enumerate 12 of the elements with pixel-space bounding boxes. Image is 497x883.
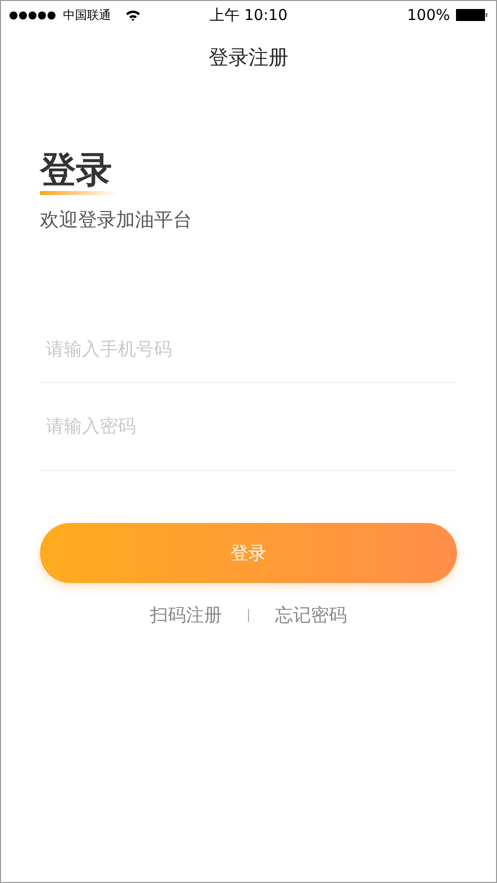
text-link[interactable]: 忘记密码 <box>275 603 347 627</box>
login-button[interactable]: 登录 <box>40 523 457 583</box>
battery-percent: 100% <box>407 6 450 24</box>
text-link[interactable]: 扫码注册 <box>150 603 222 627</box>
page-heading: 登录 <box>40 151 112 191</box>
nav-title: 登录注册 <box>208 44 288 70</box>
signal-icon <box>9 10 57 20</box>
welcome-subtitle: 欢迎登录加油平台 <box>40 208 192 233</box>
status-time: 上午 10:10 <box>210 6 288 24</box>
battery-icon <box>456 9 488 21</box>
carrier-name: 中国联通 <box>63 6 111 24</box>
wifi-icon <box>125 9 141 21</box>
